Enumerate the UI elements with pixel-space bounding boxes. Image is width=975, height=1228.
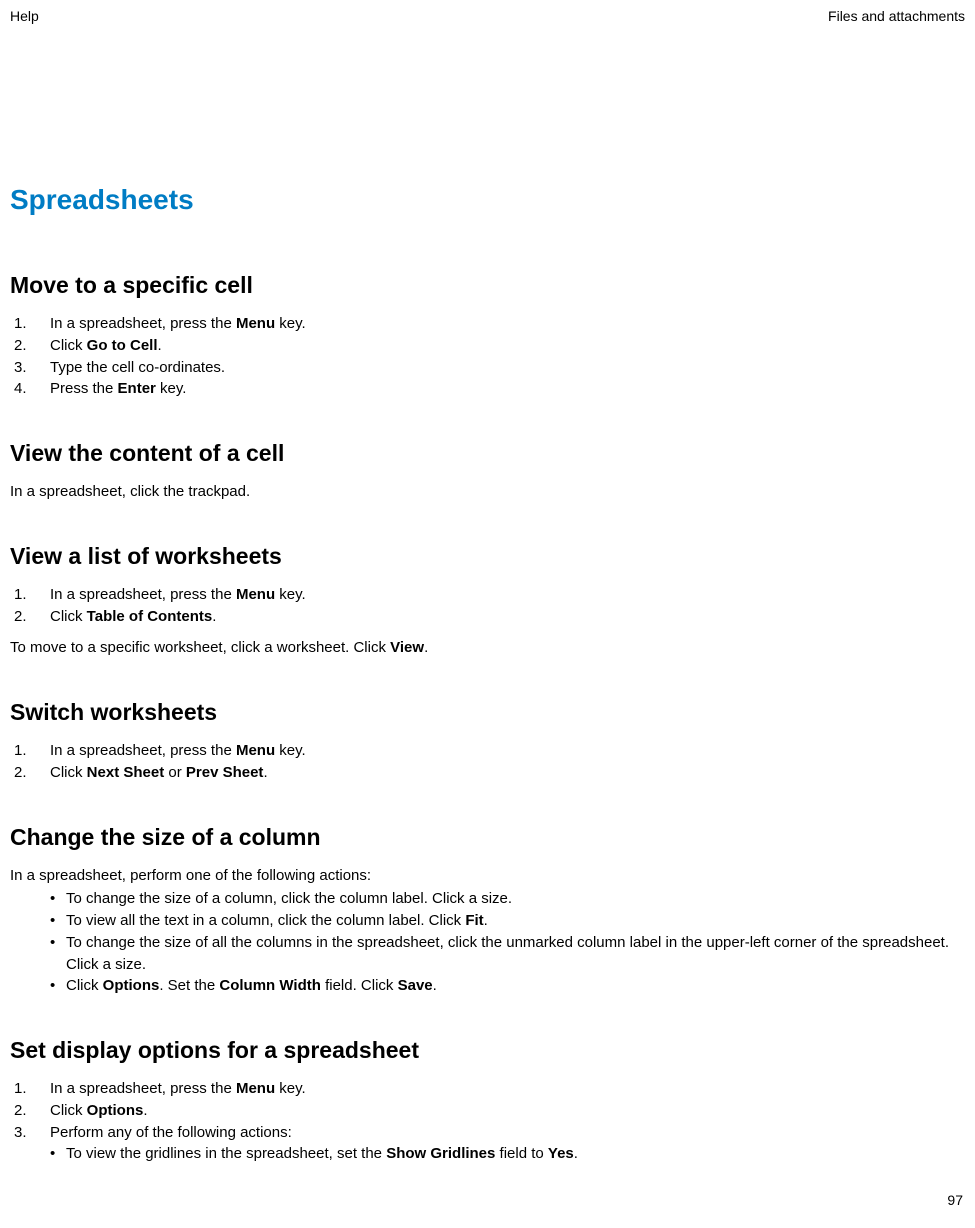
bullet: To change the size of all the columns in… <box>10 932 965 976</box>
bullet-list: To view the gridlines in the spreadsheet… <box>10 1143 965 1165</box>
section-heading: Move to a specific cell <box>10 272 965 299</box>
step: Click Options. <box>10 1100 965 1122</box>
bullet-list: To change the size of a column, click th… <box>10 888 965 997</box>
section-heading: Change the size of a column <box>10 824 965 851</box>
steps-list: In a spreadsheet, press the Menu key. Cl… <box>10 313 965 400</box>
step: In a spreadsheet, press the Menu key. <box>10 1078 965 1100</box>
step: Type the cell co-ordinates. <box>10 357 965 379</box>
section-display: Set display options for a spreadsheet In… <box>10 1037 965 1165</box>
section-heading: View the content of a cell <box>10 440 965 467</box>
intro-text: In a spreadsheet, perform one of the fol… <box>10 865 965 887</box>
step: In a spreadsheet, press the Menu key. <box>10 740 965 762</box>
header-right: Files and attachments <box>828 8 965 24</box>
step: In a spreadsheet, press the Menu key. <box>10 313 965 335</box>
page-header: Help Files and attachments <box>0 0 975 24</box>
bullet: To view the gridlines in the spreadsheet… <box>10 1143 965 1165</box>
page-title: Spreadsheets <box>10 184 965 216</box>
step: Perform any of the following actions: <box>10 1122 965 1144</box>
step: Click Table of Contents. <box>10 606 965 628</box>
section-list-worksheets: View a list of worksheets In a spreadshe… <box>10 543 965 659</box>
steps-list: In a spreadsheet, press the Menu key. Cl… <box>10 1078 965 1143</box>
step: Press the Enter key. <box>10 378 965 400</box>
section-view-content: View the content of a cell In a spreadsh… <box>10 440 965 503</box>
bullet: To change the size of a column, click th… <box>10 888 965 910</box>
body-text: In a spreadsheet, click the trackpad. <box>10 481 965 503</box>
page-content: Spreadsheets Move to a specific cell In … <box>0 24 975 1165</box>
section-heading: Switch worksheets <box>10 699 965 726</box>
step: In a spreadsheet, press the Menu key. <box>10 584 965 606</box>
step: Click Next Sheet or Prev Sheet. <box>10 762 965 784</box>
section-col-size: Change the size of a column In a spreads… <box>10 824 965 998</box>
step: Click Go to Cell. <box>10 335 965 357</box>
page-number: 97 <box>947 1192 963 1208</box>
section-switch: Switch worksheets In a spreadsheet, pres… <box>10 699 965 784</box>
section-move-cell: Move to a specific cell In a spreadsheet… <box>10 272 965 400</box>
note-text: To move to a specific worksheet, click a… <box>10 637 965 659</box>
section-heading: Set display options for a spreadsheet <box>10 1037 965 1064</box>
section-heading: View a list of worksheets <box>10 543 965 570</box>
steps-list: In a spreadsheet, press the Menu key. Cl… <box>10 584 965 628</box>
steps-list: In a spreadsheet, press the Menu key. Cl… <box>10 740 965 784</box>
bullet: Click Options. Set the Column Width fiel… <box>10 975 965 997</box>
bullet: To view all the text in a column, click … <box>10 910 965 932</box>
header-left: Help <box>10 8 39 24</box>
